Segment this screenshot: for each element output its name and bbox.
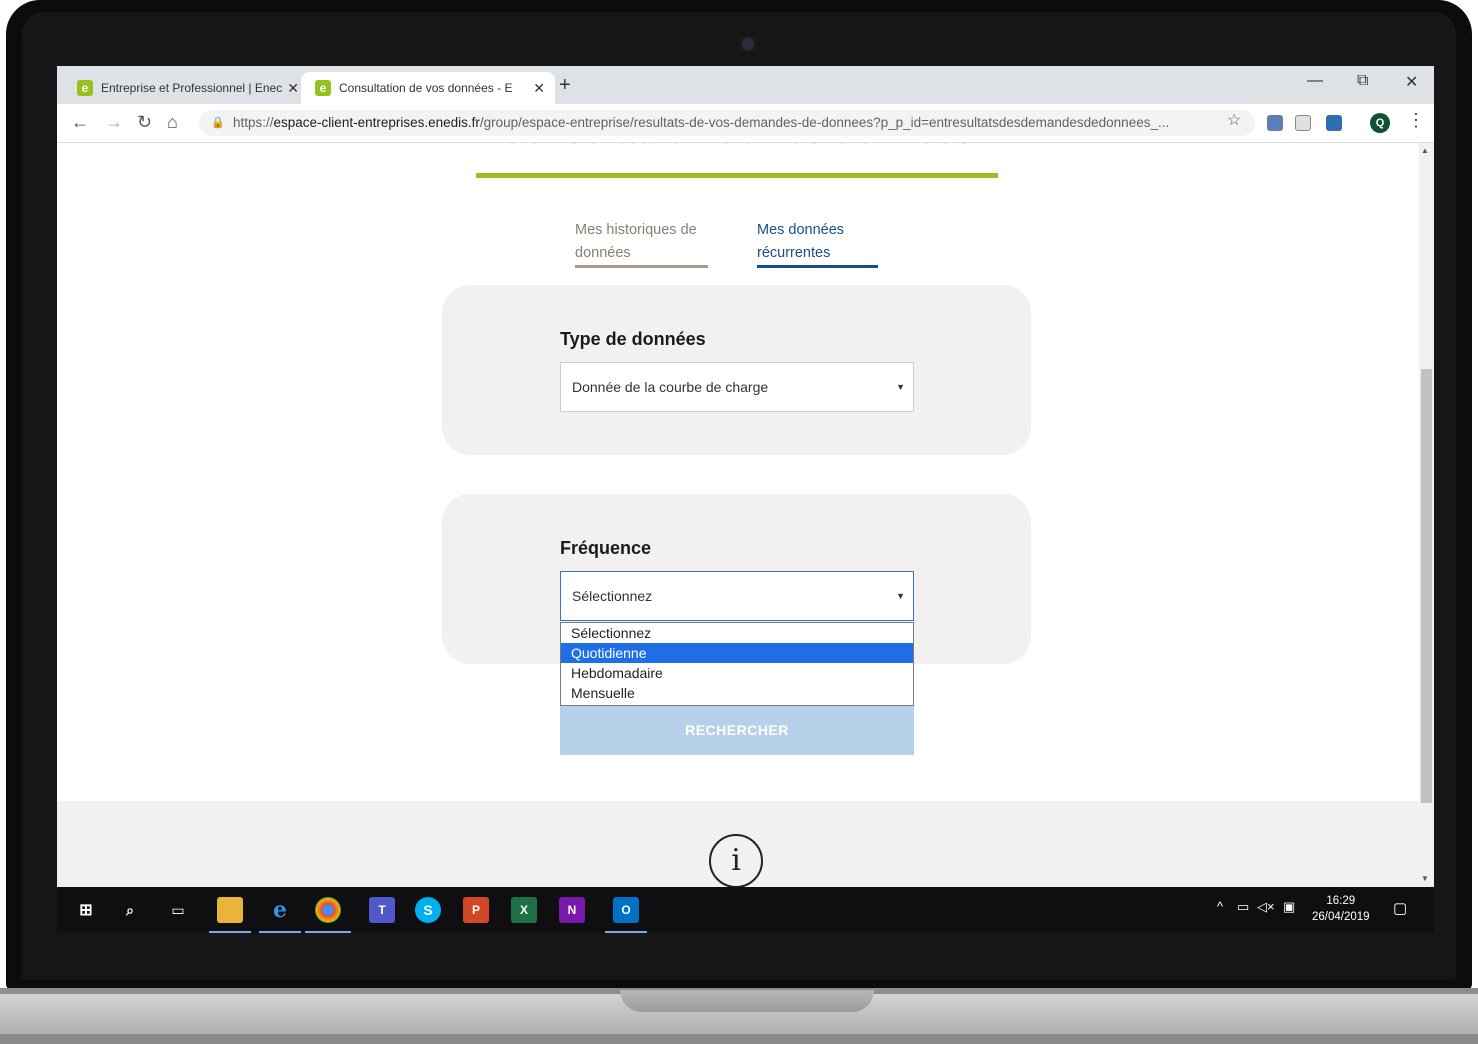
search-icon[interactable]: ⌕ <box>117 897 143 923</box>
internet-explorer-icon[interactable]: e <box>267 897 293 923</box>
minimize-icon[interactable]: — <box>1307 72 1323 90</box>
laptop-notch <box>620 990 874 1012</box>
address-bar[interactable]: 🔒 https://espace-client-entreprises.ened… <box>199 110 1255 136</box>
tab-recurrentes[interactable]: Mes données récurrentes <box>757 219 877 265</box>
reload-icon[interactable]: ↻ <box>137 112 152 133</box>
dropdown-arrow-icon: ▼ <box>896 382 905 392</box>
option-mensuelle[interactable]: Mensuelle <box>561 683 913 703</box>
running-indicator <box>209 931 251 933</box>
skype-icon[interactable]: S <box>415 897 441 923</box>
running-indicator <box>305 931 351 933</box>
barcode-extension-icon[interactable] <box>1295 115 1311 131</box>
extension-icon[interactable] <box>1267 115 1283 131</box>
windows-start-icon[interactable]: ⊞ <box>73 897 99 923</box>
type-select-value: Donnée de la courbe de charge <box>572 379 769 395</box>
frequency-select-value: Sélectionnez <box>572 588 653 604</box>
option-selectionnez[interactable]: Sélectionnez <box>561 623 913 643</box>
search-button[interactable]: RECHERCHER <box>560 706 914 755</box>
page-title: Consultation de vos données <box>476 143 998 152</box>
laptop-foot <box>0 1034 1478 1044</box>
frequency-dropdown-list: Sélectionnez Quotidienne Hebdomadaire Me… <box>560 622 914 706</box>
enedis-favicon-icon: e <box>77 80 93 96</box>
scrollbar-thumb[interactable] <box>1421 369 1432 803</box>
info-icon[interactable]: i <box>709 834 763 887</box>
running-indicator <box>605 931 647 933</box>
toolbar: ← → ↻ ⌂ 🔒 https://espace-client-entrepri… <box>57 104 1434 143</box>
lock-icon: 🔒 <box>211 117 225 129</box>
running-indicator <box>259 931 301 933</box>
frequency-select[interactable]: Sélectionnez ▼ <box>560 571 914 621</box>
clock-date: 26/04/2019 <box>1312 911 1370 923</box>
scroll-down-icon[interactable]: ▼ <box>1421 874 1429 883</box>
option-quotidienne[interactable]: Quotidienne <box>561 643 913 663</box>
windows-taskbar: ⊞ ⌕ ▭ e T S P X N O ^ ▭ ◁× ▣ 16:29 26/04… <box>57 887 1434 933</box>
home-icon[interactable]: ⌂ <box>167 112 178 133</box>
tab-label: Consultation de vos données - E <box>339 81 513 95</box>
onenote-icon[interactable]: N <box>559 897 585 923</box>
file-explorer-icon[interactable] <box>217 897 243 923</box>
volume-muted-icon[interactable]: ◁× <box>1257 899 1275 915</box>
notifications-icon[interactable]: ▢ <box>1393 899 1407 917</box>
web-page: Consultation de vos données Mes historiq… <box>57 143 1419 887</box>
forward-icon[interactable]: → <box>105 112 123 133</box>
enedis-favicon-icon: e <box>315 80 331 96</box>
teams-icon[interactable]: T <box>369 897 395 923</box>
menu-icon[interactable]: ⋮ <box>1407 110 1425 131</box>
chrome-icon[interactable] <box>315 897 341 923</box>
tab-entreprise[interactable]: e Entreprise et Professionnel | Enec ✕ <box>65 72 309 104</box>
type-select[interactable]: Donnée de la courbe de charge ▼ <box>560 362 914 412</box>
back-icon[interactable]: ← <box>71 112 89 133</box>
outlook-icon[interactable]: O <box>613 897 639 923</box>
chart-extension-icon[interactable] <box>1326 115 1342 131</box>
dropdown-arrow-icon: ▼ <box>896 591 905 601</box>
close-icon[interactable]: ✕ <box>287 80 299 97</box>
profile-avatar[interactable]: Q <box>1370 113 1390 133</box>
frequency-label: Fréquence <box>560 538 652 558</box>
tab-historiques[interactable]: Mes historiques de données <box>575 219 707 265</box>
tab-strip: e Entreprise et Professionnel | Enec ✕ e… <box>57 66 1434 104</box>
close-icon[interactable]: ✕ <box>533 80 545 97</box>
option-hebdomadaire[interactable]: Hebdomadaire <box>561 663 913 683</box>
chevron-up-icon[interactable]: ^ <box>1217 899 1223 914</box>
network-icon[interactable]: ▣ <box>1283 899 1295 915</box>
webcam-icon <box>740 36 756 52</box>
system-clock[interactable]: 16:29 26/04/2019 <box>1312 893 1370 925</box>
clock-time: 16:29 <box>1326 895 1356 907</box>
title-underline <box>476 173 998 178</box>
screen: e Entreprise et Professionnel | Enec ✕ e… <box>57 66 1434 933</box>
excel-icon[interactable]: X <box>511 897 537 923</box>
url-host: espace-client-entreprises.enedis.fr <box>273 115 480 130</box>
close-window-icon[interactable]: ✕ <box>1405 72 1418 92</box>
scroll-up-icon[interactable]: ▲ <box>1421 146 1429 155</box>
battery-icon[interactable]: ▭ <box>1237 899 1249 915</box>
task-view-icon[interactable]: ▭ <box>165 897 191 923</box>
type-label: Type de données <box>560 329 706 349</box>
bookmark-star-icon[interactable]: ☆ <box>1227 110 1241 130</box>
restore-icon[interactable]: ⧉ <box>1357 72 1368 90</box>
url-scheme: https:// <box>233 115 274 130</box>
new-tab-icon[interactable]: + <box>559 74 571 97</box>
tab-consultation[interactable]: e Consultation de vos données - E ✕ <box>301 72 555 104</box>
tab-label: Entreprise et Professionnel | Enec <box>101 81 283 95</box>
powerpoint-icon[interactable]: P <box>463 897 489 923</box>
url-path: /group/espace-entreprise/resultats-de-vo… <box>479 115 1170 130</box>
active-tab-underline <box>757 265 878 268</box>
tab-underline <box>575 265 708 268</box>
